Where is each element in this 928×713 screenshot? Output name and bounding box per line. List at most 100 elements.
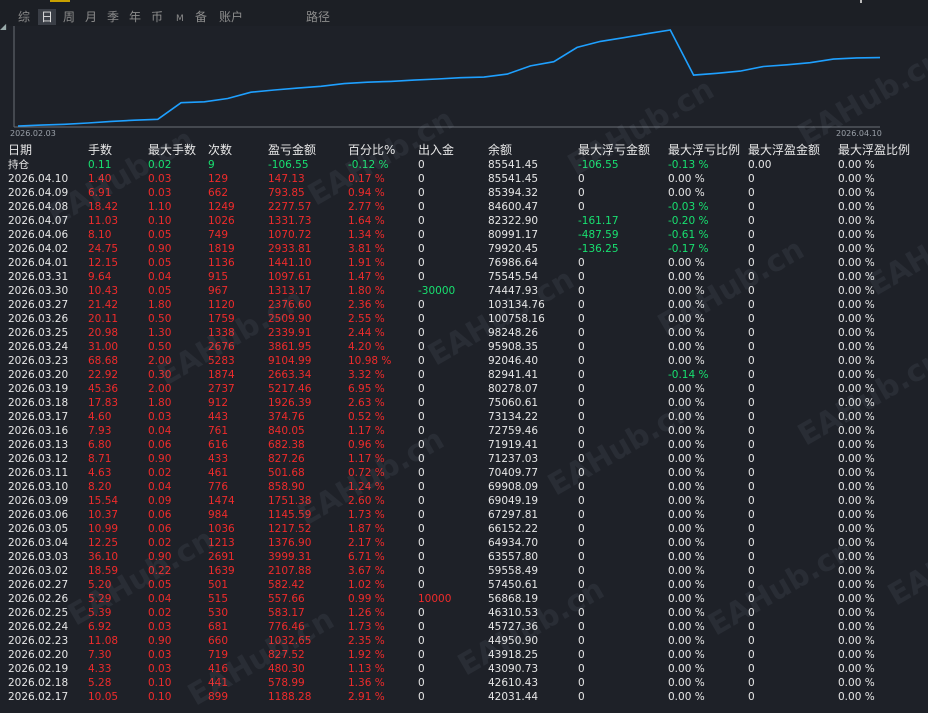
table-row[interactable]: 2026.02.23 11.08 0.90 660 1032.65 2.35 % 0 4495… xyxy=(0,634,928,648)
table-row[interactable]: 2026.03.11 4.63 0.02 461 501.68 0.72 % 0 70409.… xyxy=(0,466,928,480)
cell-max-float-loss: 0 xyxy=(578,299,585,311)
cell-pnl: 1070.72 xyxy=(268,229,312,241)
cell-lots: 5.20 xyxy=(88,579,112,591)
cell-max-lots: 0.04 xyxy=(148,481,172,493)
cell-percent: 1.73 % xyxy=(348,509,385,521)
balance-line xyxy=(17,29,881,127)
table-row[interactable]: 2026.03.24 31.00 0.50 2676 3861.95 4.20 % 0 959… xyxy=(0,340,928,354)
table-row[interactable]: 2026.03.04 12.25 0.02 1213 1376.90 2.17 % 0 649… xyxy=(0,536,928,550)
table-row[interactable]: 2026.03.30 10.43 0.05 967 1313.17 1.80 % -3000… xyxy=(0,284,928,298)
table-row[interactable]: 2026.04.07 11.03 0.10 1026 1331.73 1.64 % 0 823… xyxy=(0,214,928,228)
table-row[interactable]: 2026.03.10 8.20 0.04 776 858.90 1.24 % 0 69908.… xyxy=(0,480,928,494)
table-row[interactable]: 2026.03.19 45.36 2.00 2737 5217.46 6.95 % 0 802… xyxy=(0,382,928,396)
cell-pnl: 2663.34 xyxy=(268,369,312,381)
tab-year[interactable]: 年 xyxy=(129,9,141,25)
cell-max-lots: 2.00 xyxy=(148,355,172,367)
cell-max-lots: 0.04 xyxy=(148,425,172,437)
tab-day[interactable]: 日 xyxy=(38,9,57,25)
tab-quarter[interactable]: 季 xyxy=(107,9,119,25)
cell-date: 2026.04.06 xyxy=(8,229,69,241)
cell-max-float-profit: 0 xyxy=(748,453,755,465)
table-row[interactable]: 2026.03.18 17.83 1.80 912 1926.39 2.63 % 0 7506… xyxy=(0,396,928,410)
tab-week[interactable]: 周 xyxy=(63,9,75,25)
tab-account[interactable]: 账户 xyxy=(219,9,243,25)
cell-deposit: 0 xyxy=(418,173,425,185)
table-row[interactable]: 2026.02.20 7.30 0.03 719 827.52 1.92 % 0 43918.… xyxy=(0,648,928,662)
table-row[interactable]: 2026.03.02 18.59 0.22 1639 2107.88 3.67 % 0 595… xyxy=(0,564,928,578)
tab-m[interactable]: M xyxy=(176,11,184,27)
position-row[interactable]: 持仓 0.11 0.02 9 -106.55 -0.12 % 0 85541.45 -106.5… xyxy=(0,158,928,172)
tab-notes[interactable]: 备 xyxy=(195,9,207,25)
table-row[interactable]: 2026.02.18 5.28 0.10 441 578.99 1.36 % 0 42610.… xyxy=(0,676,928,690)
table-row[interactable]: 2026.03.20 22.92 0.30 1874 2663.34 3.32 % 0 829… xyxy=(0,368,928,382)
table-row[interactable]: 2026.04.01 12.15 0.05 1136 1441.10 1.91 % 0 769… xyxy=(0,256,928,270)
cell-balance: 80278.07 xyxy=(488,383,539,395)
table-row[interactable]: 2026.03.12 8.71 0.90 433 827.26 1.17 % 0 71237.… xyxy=(0,452,928,466)
table-row[interactable]: 2026.04.09 6.91 0.03 662 793.85 0.94 % 0 85394.… xyxy=(0,186,928,200)
tab-month[interactable]: 月 xyxy=(85,9,97,25)
table-row[interactable]: 2026.02.26 5.29 0.04 515 557.66 0.99 % 10000 56… xyxy=(0,592,928,606)
table-row[interactable]: 2026.03.27 21.42 1.80 1120 2376.60 2.36 % 0 103… xyxy=(0,298,928,312)
cell-balance: 85541.45 xyxy=(488,173,539,185)
table-row[interactable]: 2026.04.02 24.75 0.90 1819 2933.81 3.81 % 0 799… xyxy=(0,242,928,256)
window-dot xyxy=(860,0,862,3)
cell-count: 1874 xyxy=(208,369,235,381)
header-max-float-profit-pct: 最大浮盈比例 xyxy=(838,143,911,157)
cell-max-lots: 1.80 xyxy=(148,299,172,311)
cell-pnl: 582.42 xyxy=(268,579,305,591)
cell-pnl: 1032.65 xyxy=(268,635,312,647)
cell-max-float-profit-pct: 0.00 % xyxy=(838,159,875,171)
tab-overview[interactable]: 综 xyxy=(18,9,30,25)
cell-count: 416 xyxy=(208,663,229,675)
header-count: 次数 xyxy=(208,143,233,157)
table-row[interactable]: 2026.03.16 7.93 0.04 761 840.05 1.17 % 0 72759.… xyxy=(0,424,928,438)
table-row[interactable]: 2026.03.13 6.80 0.06 616 682.38 0.96 % 0 71919.… xyxy=(0,438,928,452)
cell-max-lots: 0.02 xyxy=(148,607,172,619)
cell-count: 776 xyxy=(208,481,229,493)
cell-lots: 5.28 xyxy=(88,677,112,689)
cell-lots: 11.08 xyxy=(88,635,119,647)
cell-lots: 22.92 xyxy=(88,369,119,381)
cell-lots: 17.83 xyxy=(88,397,119,409)
cell-lots: 5.29 xyxy=(88,593,112,605)
cell-balance: 69908.09 xyxy=(488,481,539,493)
cell-date: 2026.03.27 xyxy=(8,299,69,311)
cell-max-float-profit-pct: 0.00 % xyxy=(838,369,875,381)
table-row[interactable]: 2026.03.31 9.64 0.04 915 1097.61 1.47 % 0 75545… xyxy=(0,270,928,284)
table-row[interactable]: 2026.03.25 20.98 1.30 1338 2339.91 2.44 % 0 982… xyxy=(0,326,928,340)
cell-max-float-profit: 0.00 xyxy=(748,159,772,171)
header-max-float-loss: 最大浮亏金额 xyxy=(578,143,651,157)
table-row[interactable]: 2026.02.27 5.20 0.05 501 582.42 1.02 % 0 57450.… xyxy=(0,578,928,592)
cell-count: 1036 xyxy=(208,523,235,535)
table-row[interactable]: 2026.04.06 8.10 0.05 749 1070.72 1.34 % 0 80991… xyxy=(0,228,928,242)
cell-pnl: 557.66 xyxy=(268,593,305,605)
cell-date: 2026.03.20 xyxy=(8,369,69,381)
table-row[interactable]: 2026.02.19 4.33 0.03 416 480.30 1.13 % 0 43090.… xyxy=(0,662,928,676)
tab-currency[interactable]: 币 xyxy=(151,9,163,25)
cell-pnl: 2339.91 xyxy=(268,327,312,339)
cell-date: 持仓 xyxy=(8,159,29,171)
table-row[interactable]: 2026.02.24 6.92 0.03 681 776.46 1.73 % 0 45727.… xyxy=(0,620,928,634)
table-row[interactable]: 2026.04.08 18.42 1.10 1249 2277.57 2.77 % 0 846… xyxy=(0,200,928,214)
table-row[interactable]: 2026.03.17 4.60 0.03 443 374.76 0.52 % 0 73134.… xyxy=(0,410,928,424)
table-row[interactable]: 2026.03.03 36.10 0.90 2691 3999.31 6.71 % 0 635… xyxy=(0,550,928,564)
table-row[interactable]: 2026.04.10 1.40 0.03 129 147.13 0.17 % 0 85541.… xyxy=(0,172,928,186)
cell-deposit: 0 xyxy=(418,537,425,549)
table-row[interactable]: 2026.02.17 10.05 0.10 899 1188.28 2.91 % 0 4203… xyxy=(0,690,928,704)
cell-max-lots: 0.90 xyxy=(148,453,172,465)
cell-max-float-loss-pct: 0.00 % xyxy=(668,607,705,619)
table-row[interactable]: 2026.03.23 68.68 2.00 5283 9104.99 10.98 % 0 92… xyxy=(0,354,928,368)
table-row[interactable]: 2026.03.09 15.54 0.09 1474 1751.38 2.60 % 0 690… xyxy=(0,494,928,508)
cell-deposit: 0 xyxy=(418,425,425,437)
cell-max-float-profit-pct: 0.00 % xyxy=(838,299,875,311)
table-row[interactable]: 2026.03.26 20.11 0.50 1759 2509.90 2.55 % 0 100… xyxy=(0,312,928,326)
table-row[interactable]: 2026.03.06 10.37 0.06 984 1145.59 1.73 % 0 6729… xyxy=(0,508,928,522)
table-row[interactable]: 2026.03.05 10.99 0.06 1036 1217.52 1.87 % 0 661… xyxy=(0,522,928,536)
cell-pnl: 2933.81 xyxy=(268,243,312,255)
cell-pnl: 1376.90 xyxy=(268,537,312,549)
table-row[interactable]: 2026.02.25 5.39 0.02 530 583.17 1.26 % 0 46310.… xyxy=(0,606,928,620)
cell-count: 915 xyxy=(208,271,229,283)
cell-max-float-loss-pct: -0.14 % xyxy=(668,369,709,381)
cell-max-float-loss-pct: -0.20 % xyxy=(668,215,709,227)
tab-path[interactable]: 路径 xyxy=(306,9,330,25)
